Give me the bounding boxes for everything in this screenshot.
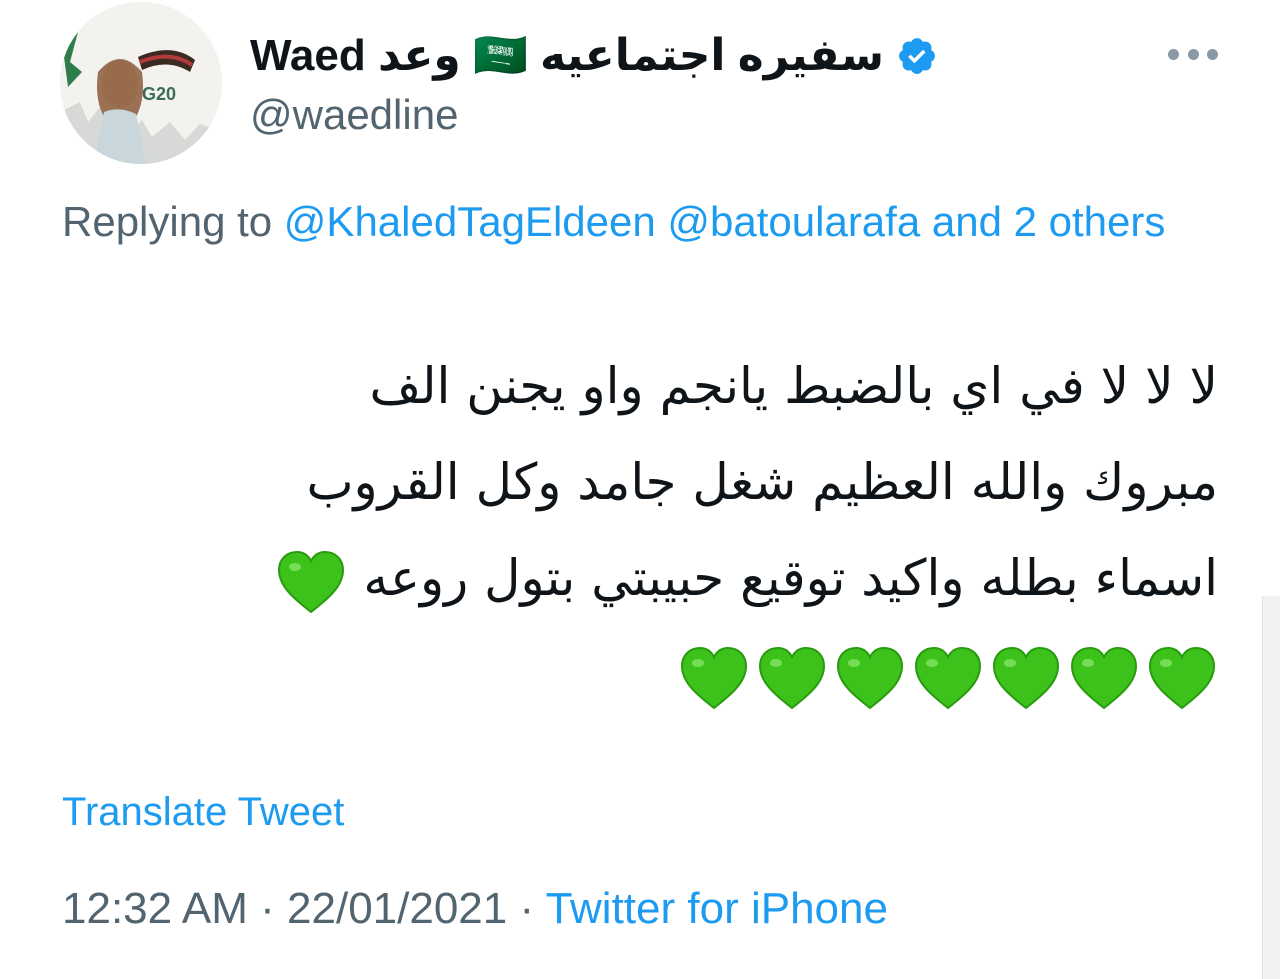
green-heart-icon [756,644,828,712]
hearts-row [62,626,1218,722]
reply-context: Replying to @KhaledTagEldeen @batoularaf… [62,188,1222,256]
green-heart-icon [912,644,984,712]
tweet-line: اسماء بطله واكيد توقيع حبيبتي بتول روعه [363,549,1218,607]
avatar-image: G20 [60,2,222,164]
translate-tweet-link[interactable]: Translate Tweet [62,790,344,835]
green-heart-icon [1146,644,1218,712]
others-link[interactable]: and 2 others [932,198,1166,245]
mention-link[interactable]: @batoularafa [667,198,920,245]
meta-separator: · [260,884,275,933]
tweet-line-with-heart: اسماء بطله واكيد توقيع حبيبتي بتول روعه [62,530,1218,626]
tweet-date[interactable]: 22/01/2021 [287,884,507,933]
green-heart-icon [1068,644,1140,712]
svg-text:G20: G20 [142,84,176,104]
reply-prefix: Replying to [62,198,273,245]
tweet-time[interactable]: 12:32 AM [62,884,248,933]
green-heart-icon [678,644,750,712]
meta-separator: · [519,884,535,933]
display-name[interactable]: Waed وعد 🇸🇦 سفيره اجتماعيه [250,34,884,78]
user-handle[interactable]: @waedline [250,90,458,140]
scrollbar[interactable] [1262,596,1280,979]
more-options-icon[interactable] [1168,40,1218,68]
avatar[interactable]: G20 [60,2,222,164]
tweet-metadata: 12:32 AM · 22/01/2021 · Twitter for iPho… [62,884,888,934]
tweet-source[interactable]: Twitter for iPhone [546,884,888,933]
green-heart-icon [990,644,1062,712]
display-name-row[interactable]: Waed وعد 🇸🇦 سفيره اجتماعيه [250,26,938,86]
tweet-text: لا لا لا في اي بالضبط يانجم واو يجنن الف… [62,338,1218,722]
tweet-line: لا لا لا في اي بالضبط يانجم واو يجنن الف [369,357,1218,415]
verified-badge-icon [899,38,935,74]
green-heart-icon [275,548,347,616]
tweet-line: مبروك والله العظيم شغل جامد وكل القروب [306,453,1218,511]
mention-link[interactable]: @KhaledTagEldeen [284,198,656,245]
green-heart-icon [834,644,906,712]
